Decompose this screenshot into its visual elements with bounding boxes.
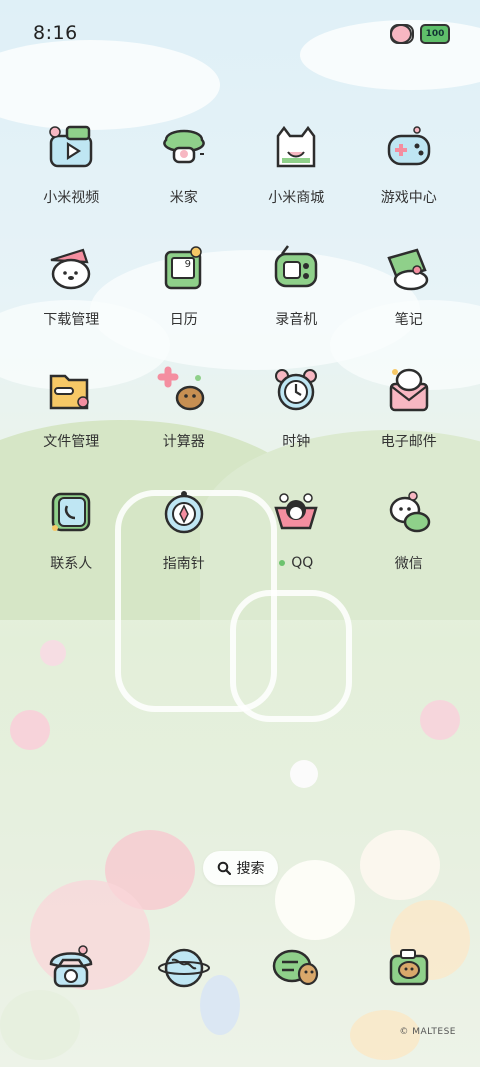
app-label: 日历	[169, 312, 198, 328]
app-file-manager[interactable]: 文件管理	[15, 362, 128, 484]
shop-bag-icon	[268, 118, 324, 174]
gamepad-icon	[381, 118, 437, 174]
app-label: 微信	[394, 556, 423, 572]
calendar-icon: 9	[156, 240, 212, 296]
app-contacts[interactable]: 联系人	[15, 484, 128, 606]
search-button[interactable]: 搜索	[203, 851, 278, 885]
app-label: 电子邮件	[380, 434, 437, 450]
dock-camera[interactable]	[353, 938, 466, 994]
wechat-icon	[381, 484, 437, 540]
search-icon	[217, 861, 231, 875]
app-recorder[interactable]: 录音机	[240, 240, 353, 362]
dock-browser[interactable]	[128, 938, 241, 994]
app-wechat[interactable]: 微信	[353, 484, 466, 606]
app-label: 游戏中心	[380, 190, 437, 206]
app-mi-store[interactable]: 小米商城	[240, 118, 353, 240]
app-label: 下载管理	[43, 312, 100, 328]
app-clock[interactable]: 时钟	[240, 362, 353, 484]
app-grid: 小米视频 米家 小米商城 游戏中心 下载管理 9 日历 录音机 笔记 文件管理 …	[15, 118, 465, 606]
dock-messages[interactable]	[240, 938, 353, 994]
app-label: 米家	[169, 190, 198, 206]
video-icon	[43, 118, 99, 174]
folder-icon	[43, 362, 99, 418]
recorder-icon	[268, 240, 324, 296]
app-email[interactable]: 电子邮件	[353, 362, 466, 484]
dock-phone[interactable]	[15, 938, 128, 994]
watermark-credit: © MALTESE	[399, 1027, 456, 1037]
flower-status-icon	[390, 24, 412, 44]
app-compass[interactable]: 指南针	[128, 484, 241, 606]
app-mijia[interactable]: 米家	[128, 118, 241, 240]
app-label-text: QQ	[291, 555, 314, 571]
camera-icon	[381, 938, 437, 994]
app-label: 时钟	[282, 434, 311, 450]
app-calendar[interactable]: 9 日历	[128, 240, 241, 362]
app-game-center[interactable]: 游戏中心	[353, 118, 466, 240]
app-calculator[interactable]: 计算器	[128, 362, 241, 484]
notes-icon	[381, 240, 437, 296]
dock	[15, 938, 465, 994]
clock-time: 8:16	[33, 22, 78, 44]
mijia-icon	[156, 118, 212, 174]
search-label: 搜索	[236, 861, 265, 877]
app-label: QQ	[279, 554, 313, 572]
app-label: 笔记	[394, 312, 423, 328]
app-label: 小米视频	[43, 190, 100, 206]
contacts-icon	[43, 484, 99, 540]
app-label: 录音机	[275, 312, 318, 328]
app-download-manager[interactable]: 下载管理	[15, 240, 128, 362]
messages-icon	[268, 938, 324, 994]
calendar-day: 9	[184, 259, 191, 270]
email-icon	[381, 362, 437, 418]
download-dog-icon	[43, 240, 99, 296]
battery-icon: 100	[420, 24, 450, 44]
app-label: 指南针	[162, 556, 205, 572]
app-qq[interactable]: QQ	[240, 484, 353, 606]
new-indicator-dot	[279, 560, 286, 566]
compass-icon	[156, 484, 212, 540]
browser-globe-icon	[156, 938, 212, 994]
status-bar: 8:16 100	[0, 0, 480, 68]
app-label: 联系人	[50, 556, 93, 572]
app-notes[interactable]: 笔记	[353, 240, 466, 362]
alarm-clock-icon	[268, 362, 324, 418]
app-label: 计算器	[162, 434, 205, 450]
app-mi-video[interactable]: 小米视频	[15, 118, 128, 240]
app-label: 文件管理	[43, 434, 100, 450]
qq-penguin-icon	[268, 484, 324, 540]
app-label: 小米商城	[268, 190, 325, 206]
phone-icon	[43, 938, 99, 994]
calculator-icon	[156, 362, 212, 418]
status-icons: 100	[390, 24, 450, 44]
